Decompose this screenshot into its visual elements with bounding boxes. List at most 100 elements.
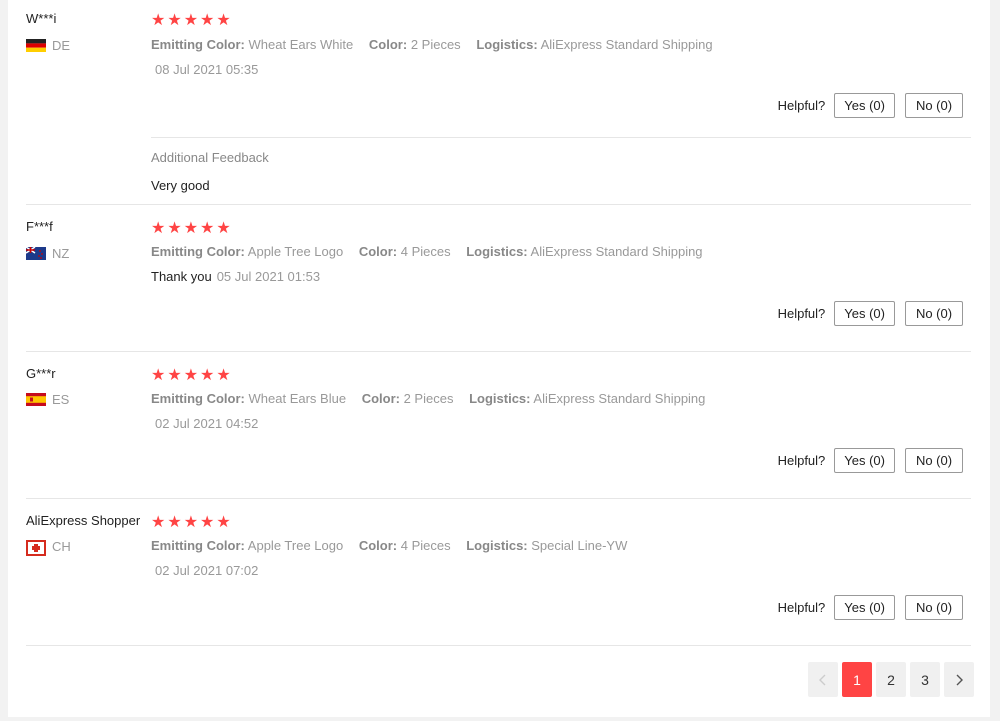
reviewer-name: G***r bbox=[26, 366, 56, 381]
emitting-color-value: Apple Tree Logo bbox=[247, 244, 344, 259]
country-code: NZ bbox=[52, 246, 70, 261]
pagination-prev-button[interactable] bbox=[808, 662, 838, 697]
review-divider bbox=[26, 204, 971, 205]
helpful-label: Helpful? bbox=[777, 306, 826, 321]
chevron-right-icon bbox=[956, 674, 963, 685]
star-icon: ★ bbox=[151, 514, 167, 531]
pagination-page-3[interactable]: 3 bbox=[910, 662, 940, 697]
additional-feedback-text: Very good bbox=[151, 178, 210, 193]
star-icon: ★ bbox=[151, 12, 167, 29]
reviewer-country: ES bbox=[26, 392, 69, 407]
color-label: Color: bbox=[368, 37, 408, 52]
reviewer-name: F***f bbox=[26, 219, 53, 234]
star-icon: ★ bbox=[183, 12, 200, 29]
color-value: 4 Pieces bbox=[400, 538, 451, 553]
country-code: CH bbox=[52, 539, 71, 554]
star-icon: ★ bbox=[167, 367, 183, 384]
helpful-no-button[interactable]: No (0) bbox=[905, 595, 963, 620]
additional-feedback-title: Additional Feedback bbox=[151, 150, 269, 165]
logistics-value: AliExpress Standard Shipping bbox=[540, 37, 713, 52]
helpful-no-button[interactable]: No (0) bbox=[905, 448, 963, 473]
logistics-value: AliExpress Standard Shipping bbox=[530, 244, 703, 259]
review-divider bbox=[26, 351, 971, 352]
flag-de-icon bbox=[26, 39, 46, 52]
review-divider bbox=[26, 498, 971, 499]
sku-attributes: Emitting Color: Wheat Ears White Color: … bbox=[151, 37, 725, 52]
star-icon: ★ bbox=[200, 12, 216, 29]
helpful-no-button[interactable]: No (0) bbox=[905, 93, 963, 118]
color-label: Color: bbox=[358, 244, 398, 259]
helpful-no-button[interactable]: No (0) bbox=[905, 301, 963, 326]
reviewer-country: DE bbox=[26, 38, 70, 53]
pagination-page-2[interactable]: 2 bbox=[876, 662, 906, 697]
helpful-yes-button[interactable]: Yes (0) bbox=[834, 93, 895, 118]
review-feedback: Thank you bbox=[151, 269, 212, 284]
review-date: 05 Jul 2021 01:53 bbox=[216, 269, 321, 284]
star-icon: ★ bbox=[151, 220, 167, 237]
helpful-label: Helpful? bbox=[777, 453, 826, 468]
star-icon: ★ bbox=[200, 220, 216, 237]
sku-attributes: Emitting Color: Apple Tree Logo Color: 4… bbox=[151, 538, 639, 553]
star-icon: ★ bbox=[200, 514, 216, 531]
logistics-label: Logistics: bbox=[476, 37, 538, 52]
emitting-color-value: Wheat Ears White bbox=[248, 37, 354, 52]
star-icon: ★ bbox=[216, 12, 232, 29]
review-date: 02 Jul 2021 04:52 bbox=[155, 416, 259, 431]
flag-ch-icon bbox=[26, 540, 46, 556]
reviewer-name: AliExpress Shopper bbox=[26, 513, 141, 528]
pagination-next-button[interactable] bbox=[944, 662, 974, 697]
star-icon: ★ bbox=[216, 514, 232, 531]
star-icon: ★ bbox=[200, 367, 216, 384]
helpful-yes-button[interactable]: Yes (0) bbox=[834, 448, 895, 473]
color-value: 2 Pieces bbox=[403, 391, 454, 406]
chevron-left-icon bbox=[819, 674, 826, 685]
emitting-color-value: Apple Tree Logo bbox=[247, 538, 344, 553]
emitting-color-label: Emitting Color: bbox=[151, 391, 245, 406]
logistics-value: Special Line-YW bbox=[531, 538, 628, 553]
sku-attributes: Emitting Color: Apple Tree Logo Color: 4… bbox=[151, 244, 715, 259]
star-icon: ★ bbox=[183, 220, 200, 237]
color-label: Color: bbox=[361, 391, 400, 406]
star-icon: ★ bbox=[183, 514, 200, 531]
star-rating: ★ ★ ★ ★ ★ bbox=[151, 365, 232, 385]
helpful-votes: Helpful? Yes (0) No (0) bbox=[778, 93, 963, 118]
logistics-label: Logistics: bbox=[469, 391, 531, 406]
star-rating: ★ ★ ★ ★ ★ bbox=[151, 10, 232, 30]
star-icon: ★ bbox=[167, 220, 183, 237]
reviewer-name: W***i bbox=[26, 11, 57, 26]
star-icon: ★ bbox=[151, 367, 167, 384]
logistics-label: Logistics: bbox=[466, 538, 528, 553]
review-divider bbox=[26, 645, 971, 646]
color-value: 4 Pieces bbox=[400, 244, 451, 259]
helpful-votes: Helpful? Yes (0) No (0) bbox=[778, 448, 963, 473]
star-icon: ★ bbox=[183, 367, 200, 384]
reviewer-country: CH bbox=[26, 539, 71, 556]
sku-attributes: Emitting Color: Wheat Ears Blue Color: 2… bbox=[151, 391, 717, 406]
divider bbox=[151, 137, 971, 138]
helpful-yes-button[interactable]: Yes (0) bbox=[834, 301, 895, 326]
emitting-color-label: Emitting Color: bbox=[151, 37, 245, 52]
flag-es-icon bbox=[26, 393, 46, 406]
emitting-color-label: Emitting Color: bbox=[151, 244, 245, 259]
emitting-color-label: Emitting Color: bbox=[151, 538, 245, 553]
review-date: 02 Jul 2021 07:02 bbox=[155, 563, 259, 578]
flag-nz-icon bbox=[26, 247, 46, 260]
star-icon: ★ bbox=[167, 12, 183, 29]
helpful-label: Helpful? bbox=[777, 600, 826, 615]
star-icon: ★ bbox=[216, 367, 232, 384]
country-code: ES bbox=[52, 392, 70, 407]
color-value: 2 Pieces bbox=[410, 37, 461, 52]
pagination: 1 2 3 bbox=[808, 662, 974, 697]
color-label: Color: bbox=[358, 538, 398, 553]
star-icon: ★ bbox=[216, 220, 232, 237]
helpful-label: Helpful? bbox=[777, 98, 826, 113]
pagination-page-1[interactable]: 1 bbox=[842, 662, 872, 697]
logistics-label: Logistics: bbox=[466, 244, 528, 259]
logistics-value: AliExpress Standard Shipping bbox=[533, 391, 706, 406]
helpful-yes-button[interactable]: Yes (0) bbox=[834, 595, 895, 620]
reviewer-country: NZ bbox=[26, 246, 69, 261]
reviews-panel: W***i DE ★ ★ ★ ★ ★ Emitting Color: Wheat Ear… bbox=[8, 0, 990, 717]
country-code: DE bbox=[52, 38, 71, 53]
review-feedback-line: Thank you 05 Jul 2021 01:53 bbox=[151, 269, 320, 284]
emitting-color-value: Wheat Ears Blue bbox=[248, 391, 347, 406]
